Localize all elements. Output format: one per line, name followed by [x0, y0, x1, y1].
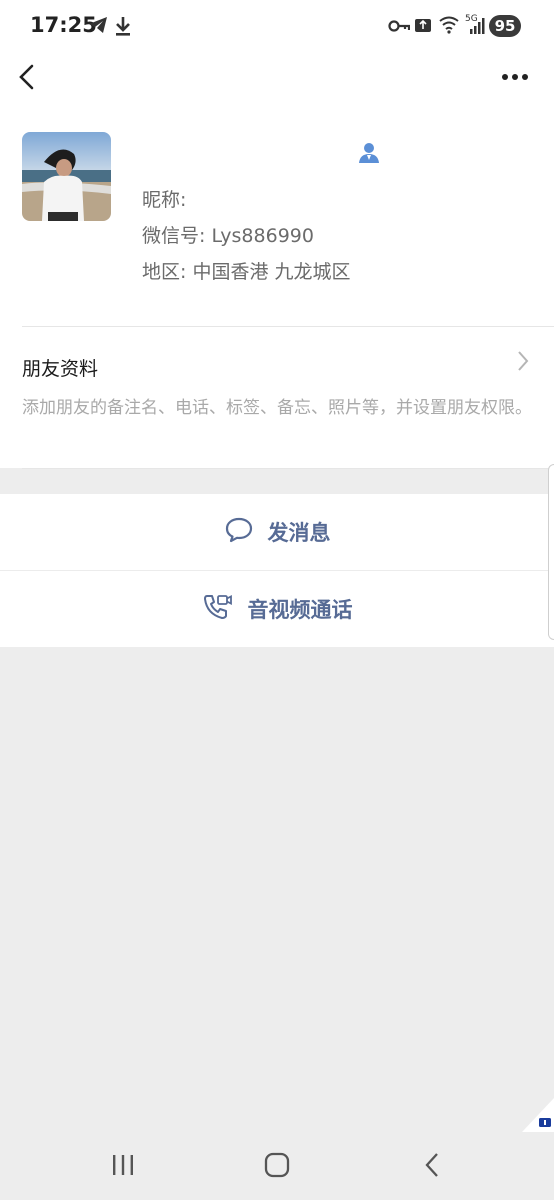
- status-time: 17:25: [30, 13, 97, 37]
- video-call-icon: [202, 592, 234, 626]
- region-line: 地区: 中国香港 九龙城区: [142, 261, 351, 283]
- upload-box-icon: [414, 16, 432, 38]
- chevron-left-icon: [19, 64, 34, 90]
- system-nav-bar: [0, 1132, 554, 1200]
- chat-bubble-icon: [224, 516, 254, 548]
- status-bar: 17:25 5G 95: [0, 0, 554, 52]
- signal-icon: 5G: [465, 13, 487, 41]
- send-message-label: 发消息: [267, 521, 331, 545]
- back-button[interactable]: [14, 62, 42, 92]
- home-icon: [264, 1152, 290, 1178]
- side-scroll-handle[interactable]: [548, 464, 554, 640]
- telegram-icon: [88, 16, 108, 38]
- recent-apps-button[interactable]: [110, 1152, 136, 1182]
- top-bar: [0, 52, 554, 108]
- floating-corner-badge[interactable]: [522, 1098, 554, 1132]
- av-call-label: 音视频通话: [247, 598, 353, 622]
- friend-info-row[interactable]: 朋友资料 添加朋友的备注名、电话、标签、备忘、照片等，并设置朋友权限。: [0, 328, 554, 469]
- home-button[interactable]: [264, 1152, 290, 1182]
- nav-back-button[interactable]: [420, 1152, 446, 1182]
- recent-apps-icon: [113, 1155, 133, 1175]
- avatar[interactable]: [22, 132, 111, 221]
- nickname-line: 昵称:: [142, 189, 187, 211]
- wifi-icon: [438, 14, 462, 40]
- divider: [22, 326, 554, 327]
- back-icon: [425, 1153, 438, 1177]
- battery-indicator: 95: [489, 15, 521, 37]
- more-options-button[interactable]: [498, 64, 532, 90]
- more-horizontal-icon: [502, 74, 528, 80]
- divider: [22, 468, 554, 469]
- av-call-button[interactable]: 音视频通话: [0, 571, 554, 647]
- vpn-key-icon: [388, 18, 411, 37]
- friend-info-description: 添加朋友的备注名、电话、标签、备忘、照片等，并设置朋友权限。: [22, 398, 532, 418]
- send-message-button[interactable]: 发消息: [0, 494, 554, 570]
- friend-info-title: 朋友资料: [22, 358, 99, 380]
- contact-person-icon: [357, 141, 381, 165]
- chevron-right-icon: [512, 348, 534, 374]
- network-type: 5G: [465, 14, 478, 24]
- download-icon: [114, 15, 132, 41]
- wechat-id-line: 微信号: Lys886990: [142, 225, 314, 247]
- profile-card: 昵称: 微信号: Lys886990 地区: 中国香港 九龙城区: [0, 108, 554, 328]
